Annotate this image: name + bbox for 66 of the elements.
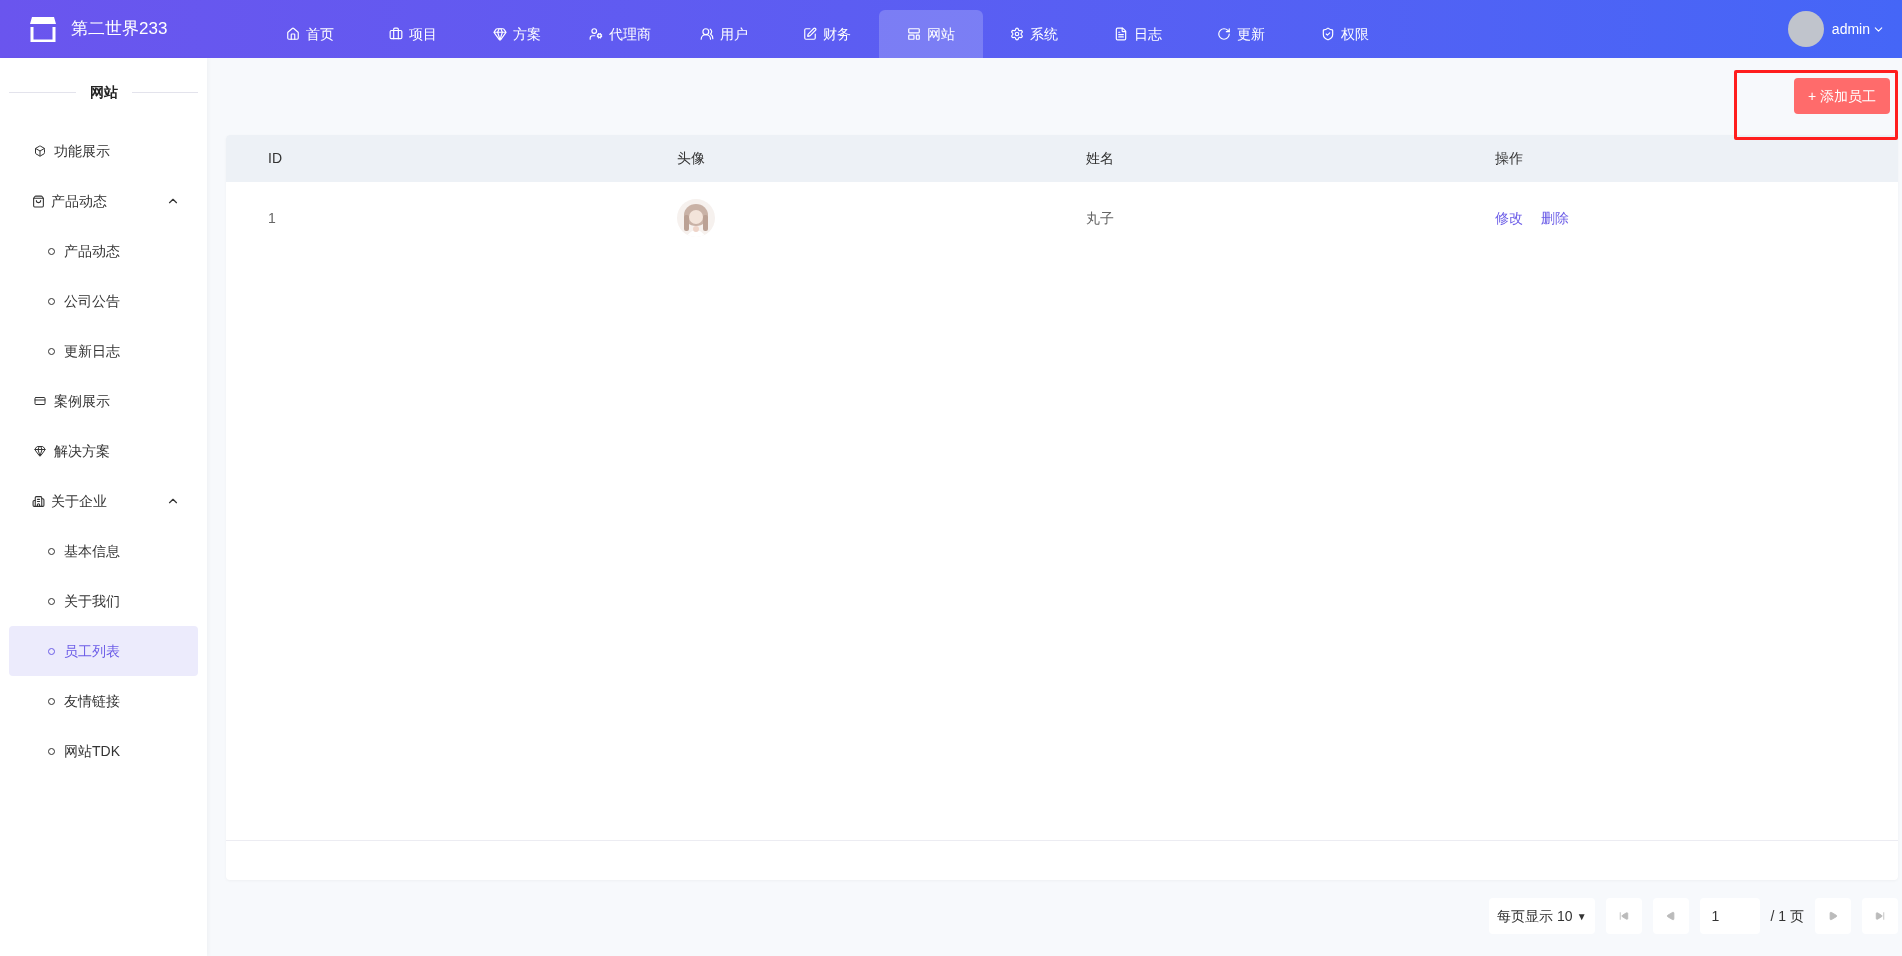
home-icon xyxy=(285,27,300,41)
sidebar-subitem[interactable]: 网站TDK xyxy=(9,726,198,776)
page-size-select[interactable]: 每页显示 10 ▼ xyxy=(1489,898,1595,934)
sidebar-item[interactable]: 功能展示 xyxy=(9,126,198,176)
refresh-icon xyxy=(1217,27,1232,41)
bag-icon xyxy=(32,194,45,208)
sidebar-subitem[interactable]: 友情链接 xyxy=(9,676,198,726)
store-logo-icon xyxy=(29,16,57,42)
sidebar-title: 网站 xyxy=(89,82,118,102)
page-input[interactable]: 1 xyxy=(1699,898,1760,934)
sidebar-subitem[interactable]: 公司公告 xyxy=(9,276,198,326)
nav-tab[interactable]: 首页 xyxy=(258,10,362,58)
column-header: ID xyxy=(268,150,282,166)
action-link[interactable]: 删除 xyxy=(1541,207,1569,229)
last-page-button[interactable] xyxy=(1862,898,1898,934)
nav-tab[interactable]: 日志 xyxy=(1086,10,1190,58)
square-icon xyxy=(803,27,818,41)
column-header: 姓名 xyxy=(1086,150,1114,166)
brand-name: 第二世界233 xyxy=(71,18,168,41)
shield-icon xyxy=(1320,27,1335,41)
layout-icon xyxy=(906,27,921,41)
nav-tab[interactable]: 网站 xyxy=(879,10,983,58)
table-cell: 1 xyxy=(268,209,276,226)
cube-icon xyxy=(34,145,46,157)
card-icon xyxy=(34,395,46,407)
column-header: 头像 xyxy=(677,150,705,166)
previous-icon xyxy=(1665,911,1676,921)
settings-icon xyxy=(1010,27,1025,41)
nav-tab[interactable]: 财务 xyxy=(775,10,879,58)
sidebar-item[interactable]: 案例展示 xyxy=(9,376,198,426)
prev-page-button[interactable] xyxy=(1652,898,1689,934)
table-cell: 丸子 xyxy=(1086,209,1114,226)
nav-tab[interactable]: 更新 xyxy=(1189,10,1293,58)
nav-tab[interactable]: 方案 xyxy=(465,10,569,58)
building-icon xyxy=(32,494,45,508)
sidebar-group[interactable]: 关于企业 xyxy=(9,476,198,526)
sidebar-subitem[interactable]: 基本信息 xyxy=(9,526,198,576)
add-employee-button[interactable]: + 添加员工 xyxy=(1793,78,1890,114)
nav-tab[interactable]: 代理商 xyxy=(568,10,672,58)
nav-tab[interactable]: 项目 xyxy=(361,10,465,58)
sidebar-item[interactable]: 解决方案 xyxy=(9,426,198,476)
nav-tab[interactable]: 系统 xyxy=(982,10,1086,58)
dropdown-caret-icon: ▼ xyxy=(1576,908,1587,924)
users-icon xyxy=(699,27,714,41)
page-total: / 1 页 xyxy=(1770,906,1804,926)
first-page-icon xyxy=(1618,911,1629,921)
nav-tab[interactable]: 用户 xyxy=(672,10,776,58)
next-page-button[interactable] xyxy=(1815,898,1851,934)
nav-tab[interactable]: 权限 xyxy=(1293,10,1397,58)
document-icon xyxy=(1113,27,1128,41)
user-avatar[interactable] xyxy=(1787,11,1824,47)
sidebar-group[interactable]: 产品动态 xyxy=(9,176,198,226)
last-page-icon xyxy=(1875,911,1885,921)
user-gear-icon xyxy=(589,27,604,41)
column-header: 操作 xyxy=(1495,150,1523,166)
user-menu[interactable]: admin xyxy=(1831,18,1885,40)
sidebar-subitem[interactable]: 产品动态 xyxy=(9,226,198,276)
first-page-button[interactable] xyxy=(1605,898,1642,934)
sidebar-subitem[interactable]: 更新日志 xyxy=(9,326,198,376)
action-link[interactable]: 修改 xyxy=(1495,207,1523,229)
sidebar-subitem[interactable]: 关于我们 xyxy=(9,576,198,626)
gem-icon xyxy=(492,27,507,41)
briefcase-icon xyxy=(389,27,404,41)
next-icon xyxy=(1828,911,1838,921)
sidebar-subitem[interactable]: 员工列表 xyxy=(9,626,198,676)
gem-icon xyxy=(34,445,46,457)
